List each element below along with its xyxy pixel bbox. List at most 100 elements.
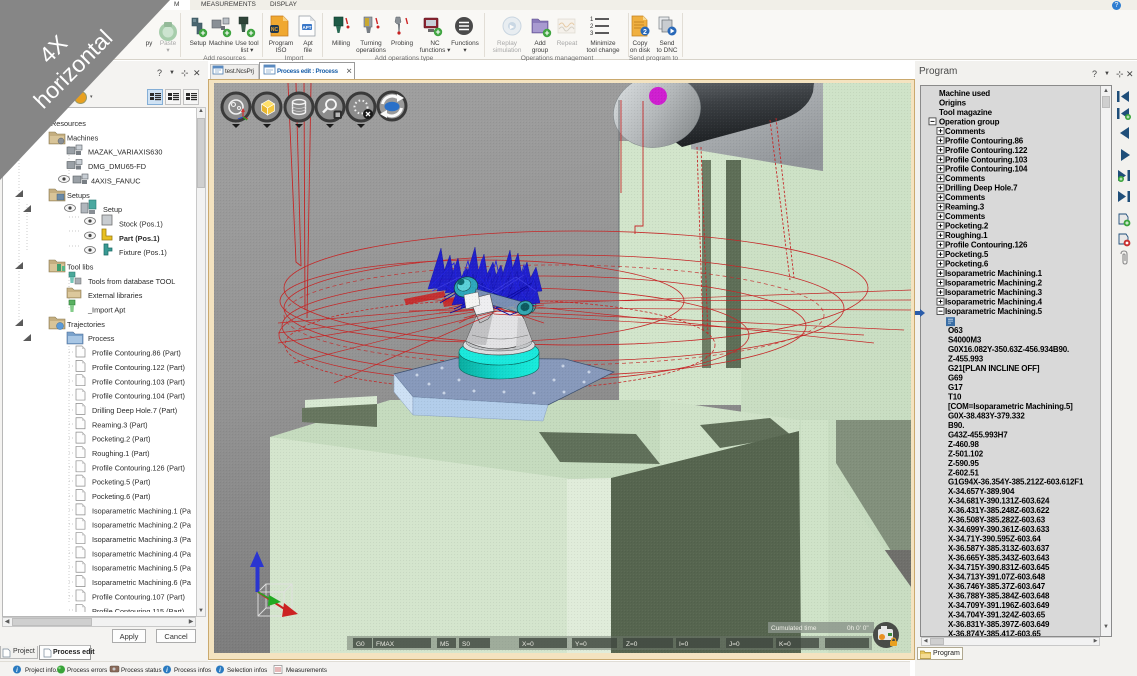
svg-text:X-34.715Y-390.831Z-603.645: X-34.715Y-390.831Z-603.645 [948, 563, 1050, 572]
svg-text:Roughing.1 (Part): Roughing.1 (Part) [92, 449, 150, 458]
svg-text:S4000M3: S4000M3 [948, 336, 982, 345]
svg-text:Selection infos: Selection infos [227, 667, 267, 674]
svg-text:Isoparametric Machining.2 (Pa: Isoparametric Machining.2 (Pa [92, 521, 192, 530]
svg-text:Trajectories: Trajectories [67, 320, 105, 329]
svg-text:J=0: J=0 [729, 641, 740, 648]
svg-text:1: 1 [590, 17, 594, 23]
svg-text:Profile Contouring.115 (Part): Profile Contouring.115 (Part) [92, 607, 184, 612]
svg-text:Comments: Comments [945, 174, 986, 183]
svg-text:Resources: Resources [51, 119, 86, 128]
svg-text:Pocketing.2: Pocketing.2 [945, 222, 989, 231]
svg-text:Process errors: Process errors [67, 667, 107, 674]
svg-text:X-34.713Y-391.07Z-603.648: X-34.713Y-391.07Z-603.648 [948, 573, 1046, 582]
svg-text:Isoparametric Machining.5 (Pa: Isoparametric Machining.5 (Pa [92, 564, 192, 573]
svg-text:X-34.699Y-390.361Z-603.633: X-34.699Y-390.361Z-603.633 [948, 525, 1050, 534]
svg-text:Pocketing.5: Pocketing.5 [945, 250, 989, 259]
svg-text:Operation group: Operation group [939, 117, 1000, 126]
svg-text:Z-501.102: Z-501.102 [948, 449, 984, 458]
svg-text:X-36.831Y-385.397Z-603.649: X-36.831Y-385.397Z-603.649 [948, 620, 1050, 629]
svg-text:Profile Contouring.104: Profile Contouring.104 [945, 165, 1028, 174]
svg-text:APT: APT [303, 25, 312, 30]
svg-text:G69: G69 [948, 373, 963, 382]
svg-text:T10: T10 [948, 392, 962, 401]
svg-text:K=0: K=0 [779, 641, 791, 648]
svg-text:Isoparametric Machining.1: Isoparametric Machining.1 [945, 269, 1043, 278]
svg-text:Process status: Process status [121, 667, 162, 674]
svg-text:Z=0: Z=0 [626, 641, 638, 648]
svg-text:Isoparametric Machining.3: Isoparametric Machining.3 [945, 288, 1043, 297]
svg-text:G17: G17 [948, 383, 963, 392]
svg-text:Setup: Setup [103, 205, 122, 214]
svg-text:Isoparametric Machining.4 (Pa: Isoparametric Machining.4 (Pa [92, 549, 192, 558]
svg-text:G0X-38.483Y-379.332: G0X-38.483Y-379.332 [948, 411, 1025, 420]
svg-text:Setups: Setups [67, 191, 90, 200]
svg-text:Tool libs: Tool libs [67, 263, 94, 272]
svg-text:Pocketing.2 (Part): Pocketing.2 (Part) [92, 435, 150, 444]
svg-text:FMAX: FMAX [376, 641, 395, 648]
svg-text:I=0: I=0 [679, 641, 689, 648]
svg-text:G1G94X-36.354Y-385.212Z-603.61: G1G94X-36.354Y-385.212Z-603.612F1 [948, 478, 1084, 487]
svg-text:Project info.: Project info. [25, 667, 58, 674]
svg-text:Cumulated time: Cumulated time [771, 625, 817, 632]
svg-text:X-34.709Y-391.196Z-603.649: X-34.709Y-391.196Z-603.649 [948, 601, 1050, 610]
svg-text:Profile Contouring.103 (Part): Profile Contouring.103 (Part) [92, 377, 185, 386]
svg-text:X-36.665Y-385.343Z-603.643: X-36.665Y-385.343Z-603.643 [948, 554, 1050, 563]
svg-text:Y=0: Y=0 [575, 641, 587, 648]
svg-text:Reaming.3 (Part): Reaming.3 (Part) [92, 420, 148, 429]
svg-text:Pocketing.6 (Part): Pocketing.6 (Part) [92, 492, 150, 501]
svg-text:M5: M5 [440, 641, 449, 648]
svg-text:Isoparametric Machining.6 (Pa: Isoparametric Machining.6 (Pa [92, 578, 192, 587]
svg-text:Comments: Comments [945, 127, 986, 136]
svg-text:Isoparametric Machining.4: Isoparametric Machining.4 [945, 298, 1043, 307]
svg-text:Profile Contouring.122 (Part): Profile Contouring.122 (Part) [92, 363, 185, 372]
svg-text:Z-460.98: Z-460.98 [948, 440, 979, 449]
svg-text:_Import Apt: _Import Apt [87, 306, 125, 315]
svg-text:Process edit : Process: Process edit : Process [277, 68, 339, 75]
svg-text:test.NcsPrj: test.NcsPrj [225, 68, 254, 75]
svg-text:Profile Contouring.86: Profile Contouring.86 [945, 136, 1024, 145]
svg-text:B90.: B90. [948, 421, 964, 430]
svg-text:Pocketing.5 (Part): Pocketing.5 (Part) [92, 478, 150, 487]
svg-text:Drilling Deep Hole.7 (Part): Drilling Deep Hole.7 (Part) [92, 406, 177, 415]
svg-text:X-34.704Y-391.324Z-603.65: X-34.704Y-391.324Z-603.65 [948, 611, 1046, 620]
svg-text:Profile Contouring.126 (Part): Profile Contouring.126 (Part) [92, 463, 185, 472]
svg-text:3: 3 [590, 31, 594, 37]
svg-text:X-36.431Y-385.248Z-603.622: X-36.431Y-385.248Z-603.622 [948, 506, 1050, 515]
svg-text:X-36.508Y-385.282Z-603.63: X-36.508Y-385.282Z-603.63 [948, 516, 1046, 525]
svg-text:Process: Process [88, 334, 115, 343]
svg-text:0h 0' 0": 0h 0' 0" [847, 625, 869, 632]
svg-text:Isoparametric Machining.1 (Pa: Isoparametric Machining.1 (Pa [92, 506, 192, 515]
svg-text:NC: NC [271, 27, 279, 33]
svg-text:X-36.587Y-385.313Z-603.637: X-36.587Y-385.313Z-603.637 [948, 544, 1050, 553]
svg-text:Profile Contouring.103: Profile Contouring.103 [945, 155, 1028, 164]
svg-text:Profile Contouring.104 (Part): Profile Contouring.104 (Part) [92, 392, 185, 401]
svg-text:Isoparametric Machining.2: Isoparametric Machining.2 [945, 279, 1043, 288]
svg-text:G0X16.082Y-350.63Z-456.934B90.: G0X16.082Y-350.63Z-456.934B90. [948, 345, 1069, 354]
svg-text:2: 2 [643, 29, 647, 36]
svg-text:External libraries: External libraries [88, 291, 143, 300]
svg-text:G0: G0 [356, 641, 365, 648]
svg-text:Tool magazine: Tool magazine [939, 108, 993, 117]
svg-text:[COM=Isoparametric Machining.5: [COM=Isoparametric Machining.5] [948, 402, 1073, 411]
svg-text:Reaming.3: Reaming.3 [945, 203, 985, 212]
svg-text:Machines: Machines [67, 133, 99, 142]
svg-text:Profile Contouring.86 (Part): Profile Contouring.86 (Part) [92, 349, 181, 358]
svg-text:Stock (Pos.1): Stock (Pos.1) [119, 219, 163, 228]
svg-text:Pocketing.6: Pocketing.6 [945, 260, 989, 269]
svg-text:X-36.788Y-385.384Z-603.648: X-36.788Y-385.384Z-603.648 [948, 592, 1050, 601]
svg-text:Z-602.51: Z-602.51 [948, 468, 979, 477]
svg-text:Part (Pos.1): Part (Pos.1) [119, 234, 160, 243]
svg-text:Roughing.1: Roughing.1 [945, 231, 988, 240]
svg-text:X-36.746Y-385.37Z-603.647: X-36.746Y-385.37Z-603.647 [948, 582, 1046, 591]
svg-text:Z-590.95: Z-590.95 [948, 459, 979, 468]
svg-text:Comments: Comments [945, 193, 986, 202]
svg-text:Measurements: Measurements [286, 667, 327, 674]
svg-text:Tools from database TOOL: Tools from database TOOL [88, 277, 175, 286]
svg-text:Comments: Comments [945, 212, 986, 221]
svg-text:Process infos: Process infos [174, 667, 211, 674]
svg-text:Isoparametric Machining.3 (Pa: Isoparametric Machining.3 (Pa [92, 535, 192, 544]
svg-text:G21[PLAN INCLINE OFF]: G21[PLAN INCLINE OFF] [948, 364, 1040, 373]
svg-text:4AXIS_FANUC: 4AXIS_FANUC [91, 176, 140, 185]
svg-text:X-36.874Y-385.41Z-603.65: X-36.874Y-385.41Z-603.65 [948, 630, 1041, 637]
svg-text:X-34.71Y-390.595Z-603.64: X-34.71Y-390.595Z-603.64 [948, 535, 1041, 544]
